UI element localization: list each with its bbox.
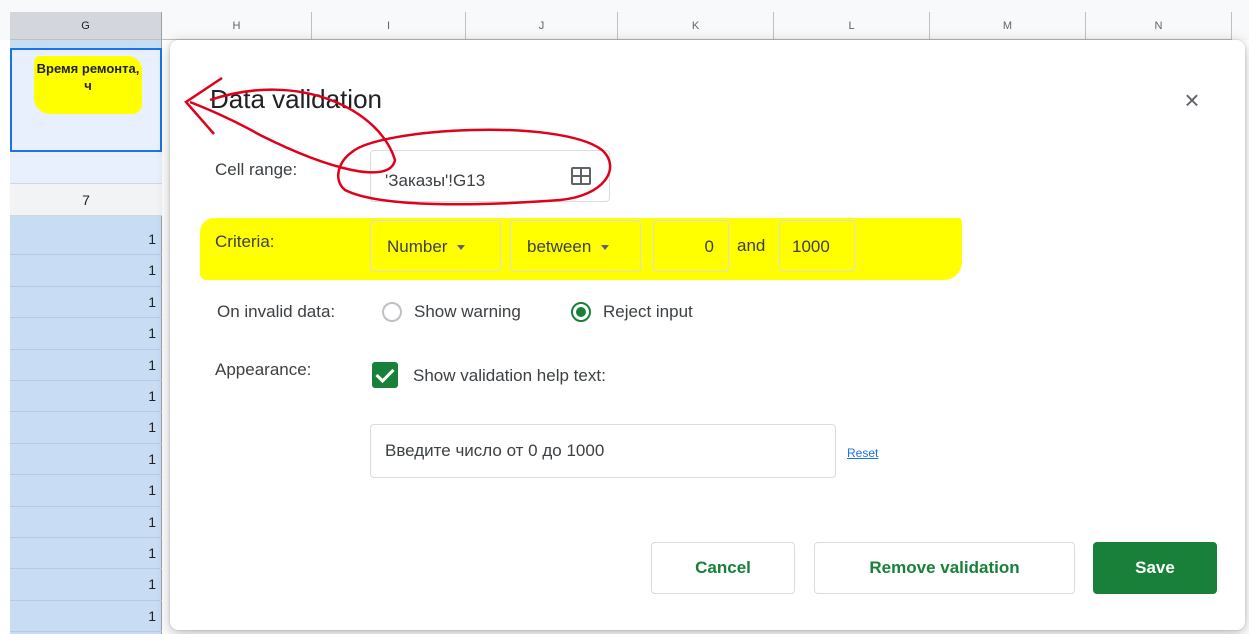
table-cell[interactable]: 1 (10, 601, 162, 633)
table-cell[interactable]: 1 (10, 318, 162, 350)
frozen-value-cell[interactable]: 7 (10, 184, 162, 216)
invalid-data-label: On invalid data: (217, 302, 336, 321)
criteria-type-value: Number (387, 237, 448, 256)
criteria-label: Criteria: (215, 232, 275, 251)
column-header-g[interactable]: G (10, 12, 162, 40)
criteria-type-dropdown[interactable]: Number (370, 220, 501, 272)
table-cell[interactable]: 1 (10, 507, 162, 538)
table-cell[interactable]: 1 (10, 412, 162, 444)
table-cell[interactable]: 1 (10, 444, 162, 476)
criteria-min-input[interactable]: 0 (653, 220, 729, 272)
table-cell[interactable]: 1 (10, 350, 162, 381)
column-header-k[interactable]: K (618, 12, 774, 40)
column-header-h[interactable]: H (162, 12, 312, 40)
cell-range-input[interactable]: 'Заказы'!G13 (370, 150, 610, 202)
column-header-i[interactable]: I (312, 12, 466, 40)
remove-validation-button[interactable]: Remove validation (814, 542, 1075, 594)
cell-range-value: 'Заказы'!G13 (385, 171, 486, 190)
table-cell[interactable]: 1 (10, 538, 162, 570)
table-cell[interactable]: 1 (10, 569, 162, 601)
criteria-and-label: and (737, 236, 766, 255)
close-icon[interactable]: × (1178, 86, 1206, 114)
show-warning-radio[interactable] (382, 302, 402, 322)
appearance-label: Appearance: (215, 360, 312, 379)
reset-link[interactable]: Reset (847, 446, 878, 460)
header-cell-text: Время ремонта, ч (34, 56, 142, 114)
dialog-title: Data validation (210, 84, 382, 114)
column-g-rows: 1 1 1 1 1 1 1 1 1 1 1 1 1 (10, 224, 162, 633)
reject-input-radio[interactable] (571, 302, 591, 322)
column-header-j[interactable]: J (466, 12, 618, 40)
table-cell[interactable]: 1 (10, 255, 162, 287)
criteria-condition-value: between (527, 237, 592, 256)
reject-input-label[interactable]: Reject input (603, 302, 693, 322)
criteria-max-input[interactable]: 1000 (779, 220, 855, 272)
table-cell[interactable]: 1 (10, 224, 162, 256)
table-cell[interactable]: 1 (10, 287, 162, 319)
column-header-bar: G H I J K L M N (0, 0, 1249, 40)
cancel-button[interactable]: Cancel (651, 542, 795, 594)
save-button[interactable]: Save (1093, 542, 1217, 594)
show-help-text-checkbox[interactable] (372, 362, 398, 388)
column-header-n[interactable]: N (1086, 12, 1232, 40)
table-cell[interactable]: 1 (10, 381, 162, 413)
table-cell[interactable]: 1 (10, 475, 162, 507)
help-text-value: Введите число от 0 до 1000 (385, 441, 605, 460)
show-warning-label[interactable]: Show warning (414, 302, 521, 322)
column-header-m[interactable]: M (930, 12, 1086, 40)
column-header-l[interactable]: L (774, 12, 930, 40)
show-help-text-label[interactable]: Show validation help text: (413, 366, 606, 386)
chevron-down-icon (457, 245, 466, 251)
help-text-input[interactable]: Введите число от 0 до 1000 (370, 424, 836, 478)
blank-cell[interactable] (10, 152, 162, 184)
criteria-condition-dropdown[interactable]: between (510, 220, 641, 272)
select-range-grid-icon[interactable] (571, 167, 591, 185)
cell-range-label: Cell range: (215, 160, 298, 179)
chevron-down-icon (601, 245, 610, 251)
